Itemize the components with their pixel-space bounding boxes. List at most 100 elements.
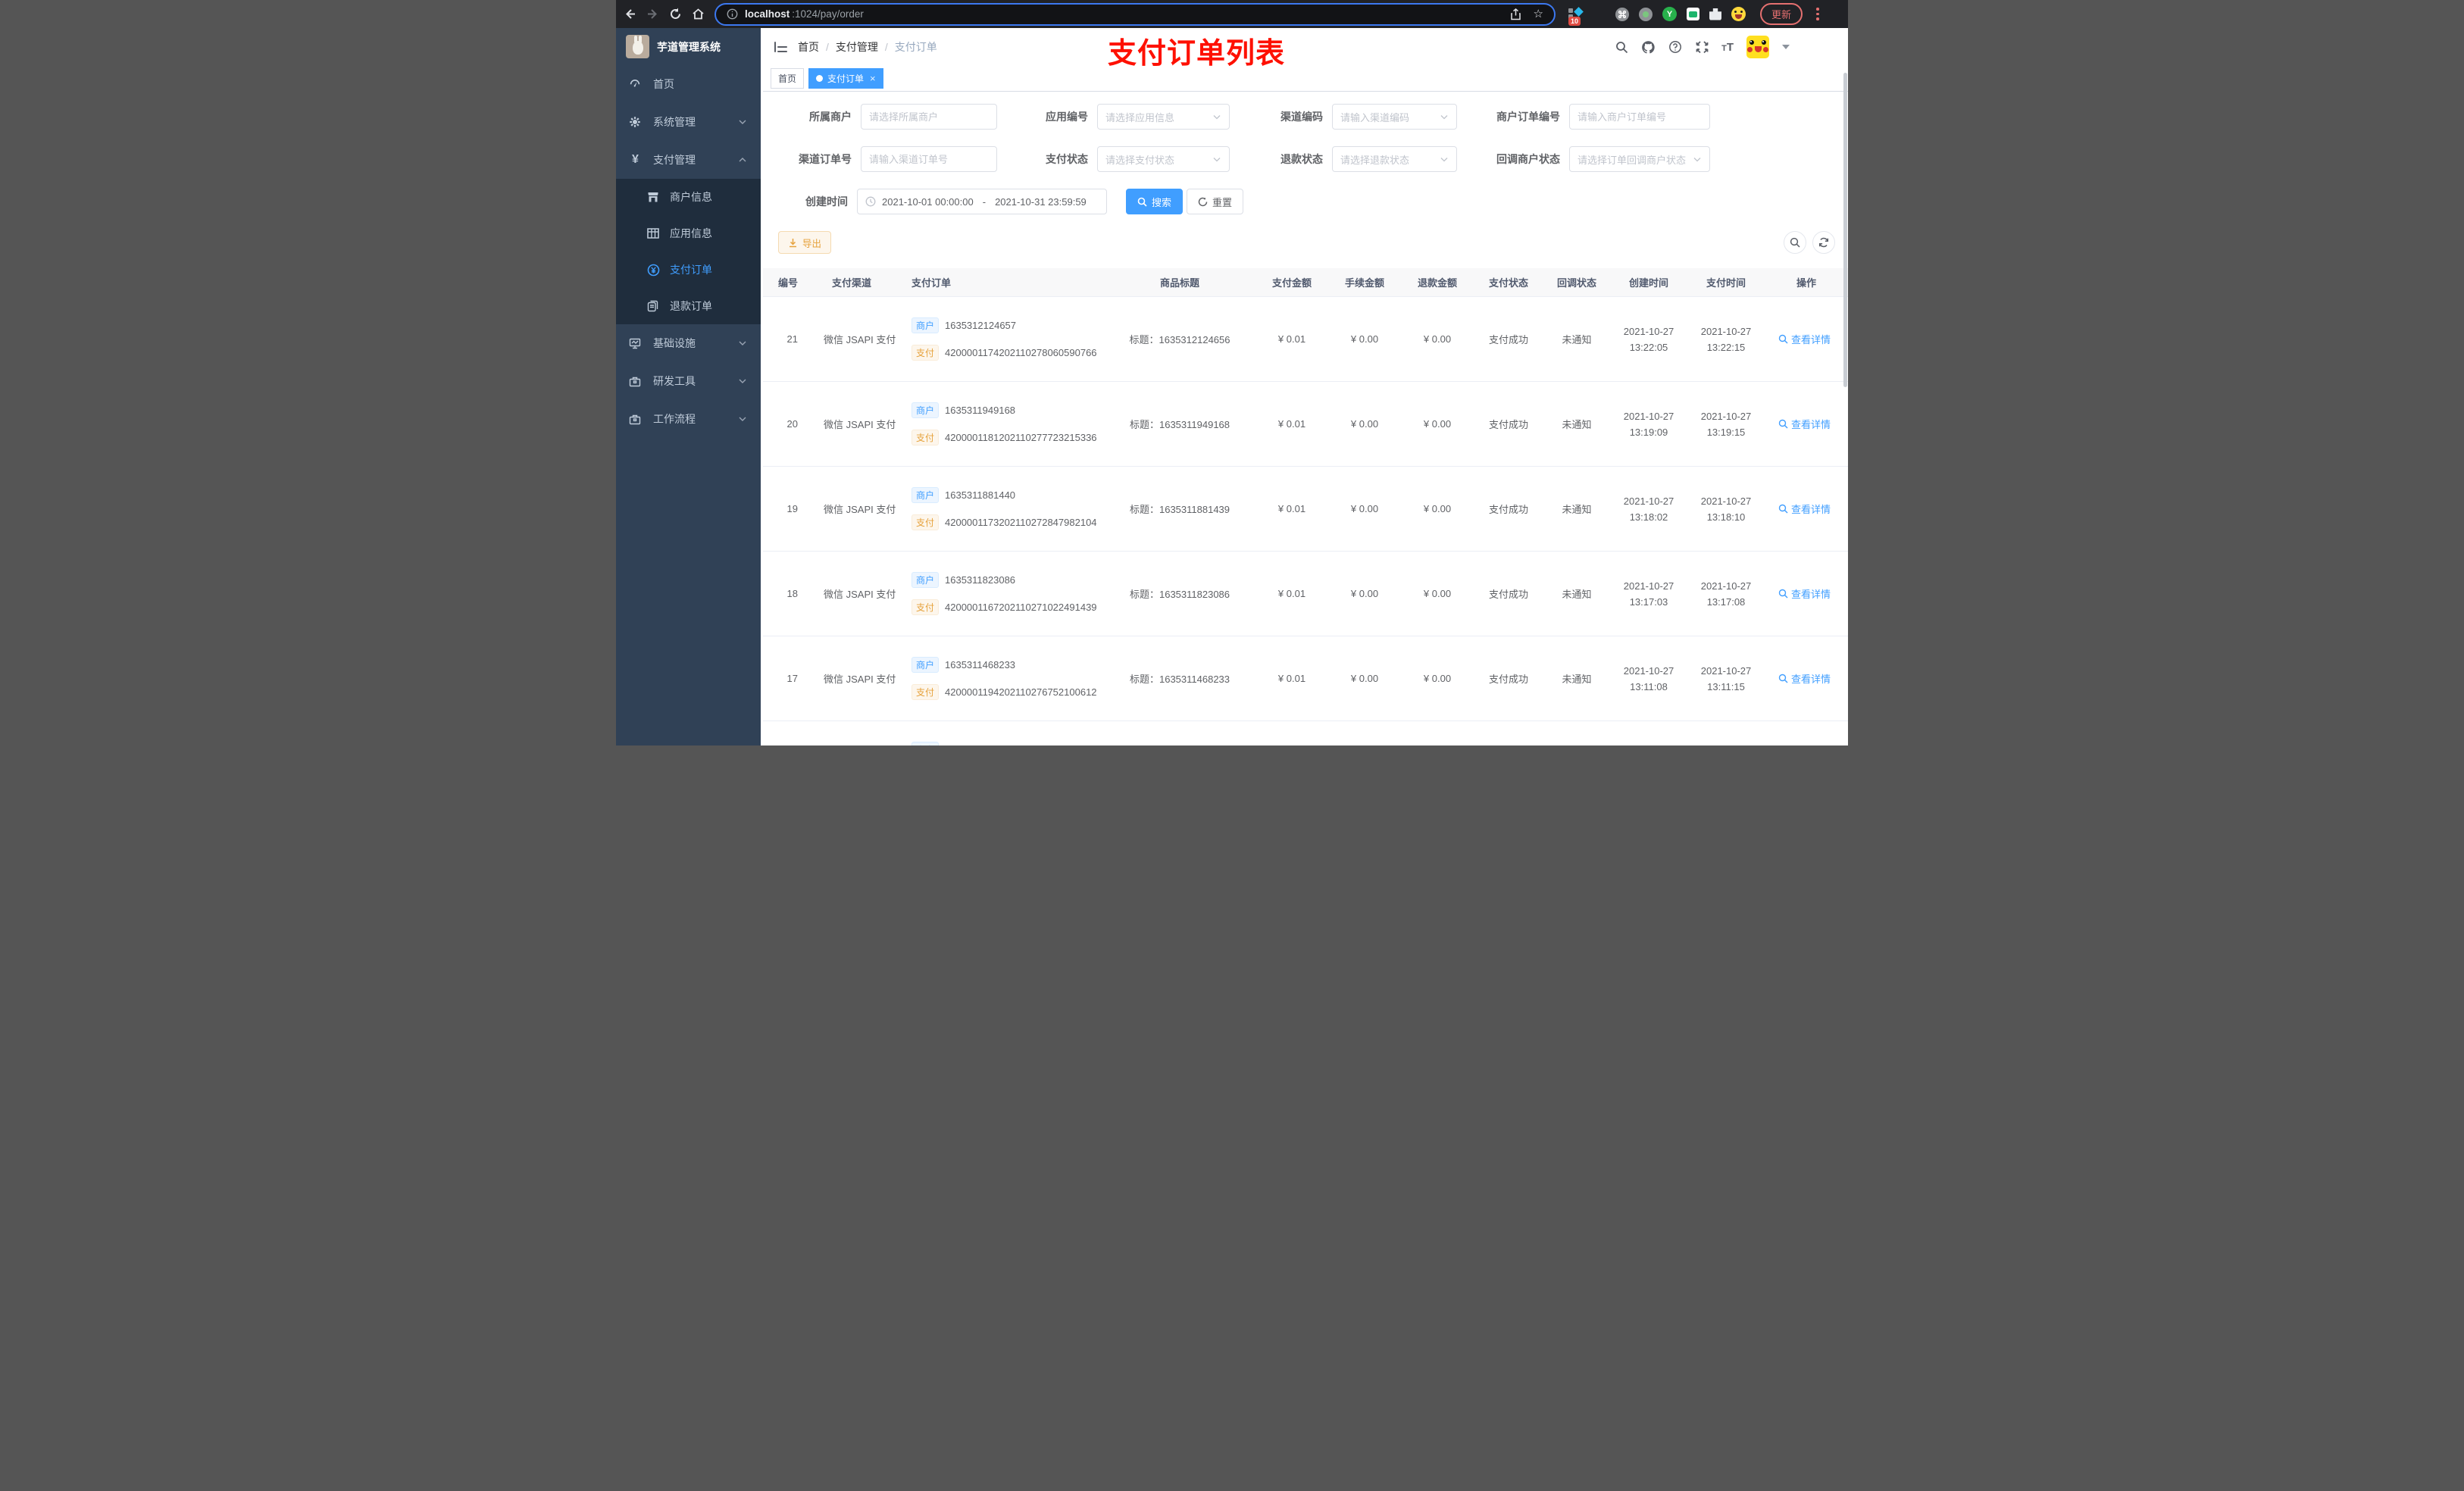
toggle-search-button[interactable] <box>1784 231 1806 254</box>
sidebar-item-pay-order[interactable]: 支付订单 <box>616 252 761 288</box>
extension-chat-icon[interactable] <box>1687 8 1699 20</box>
reset-button[interactable]: 重置 <box>1187 189 1244 214</box>
refresh-icon <box>1818 237 1829 248</box>
extensions-puzzle-icon[interactable] <box>1709 8 1721 20</box>
view-detail-link[interactable]: 查看详情 <box>1778 586 1831 601</box>
sidebar-item-refund-order[interactable]: 退款订单 <box>616 288 761 324</box>
channel-order-no-field[interactable] <box>869 153 989 165</box>
bookmark-star-icon[interactable]: ☆ <box>1534 8 1543 20</box>
refund-status-select[interactable]: 请选择退款状态 <box>1332 146 1457 172</box>
sidebar-toggle-icon[interactable] <box>774 41 787 53</box>
sidebar-item-label: 应用信息 <box>670 227 712 239</box>
order-id: 20 <box>786 418 798 430</box>
extension-balloon-icon[interactable] <box>1592 8 1606 21</box>
app-id-select[interactable]: 请选择应用信息 <box>1097 104 1230 130</box>
sidebar-item-merchant-info[interactable]: 商户信息 <box>616 179 761 215</box>
font-size-icon[interactable]: TT <box>1721 41 1734 54</box>
merchant-order-no-input[interactable] <box>1569 104 1710 130</box>
breadcrumb-current: 支付订单 <box>894 41 937 53</box>
extension-record-icon[interactable] <box>1639 7 1653 21</box>
extension-diamond-icon[interactable]: 10 <box>1568 6 1584 26</box>
pay-channel <box>802 721 901 746</box>
sidebar-item-system[interactable]: 系统管理 <box>616 103 761 141</box>
date-range-picker[interactable]: 2021-10-01 00:00:00 - 2021-10-31 23:59:5… <box>857 189 1107 214</box>
sidebar: 芋道管理系统 首页 系统管理 ¥ 支付管理 商户信息 应用信息 支付订单 退款订… <box>616 28 761 746</box>
tab-close-icon[interactable]: × <box>870 73 876 84</box>
sidebar-item-devtools[interactable]: 研发工具 <box>616 362 761 400</box>
view-detail-link[interactable]: 查看详情 <box>1778 332 1831 346</box>
table-icon <box>647 228 660 239</box>
refresh-table-button[interactable] <box>1812 231 1835 254</box>
pay-amount: ¥ 0.01 <box>1277 588 1306 599</box>
view-detail-link[interactable]: 查看详情 <box>1778 502 1831 516</box>
order-id: 18 <box>786 588 798 599</box>
breadcrumb-payment[interactable]: 支付管理 <box>836 39 878 55</box>
back-icon[interactable] <box>624 8 636 20</box>
filter-pay-status: 支付状态 请选择支付状态 <box>1000 146 1230 172</box>
pay-status: 支付成功 <box>1488 504 1528 515</box>
paid-time: 2021-10-27 13:22:15 <box>1700 325 1752 353</box>
view-detail-link[interactable]: 查看详情 <box>1778 671 1831 686</box>
fee-amount: ¥ 0.00 <box>1350 503 1379 514</box>
sidebar-item-workflow[interactable]: 工作流程 <box>616 400 761 438</box>
browser-update-button[interactable]: 更新 <box>1760 3 1803 25</box>
browser-menu-icon[interactable] <box>1816 8 1819 20</box>
app-logo[interactable]: 芋道管理系统 <box>616 28 761 65</box>
search-button[interactable]: 搜索 <box>1126 189 1184 214</box>
search-icon[interactable] <box>1615 41 1628 54</box>
merchant-input[interactable] <box>861 104 997 130</box>
sidebar-item-label: 基础设施 <box>653 337 696 349</box>
select-placeholder: 请选择退款状态 <box>1340 154 1410 166</box>
view-detail-link[interactable]: 查看详情 <box>1778 417 1831 431</box>
sidebar-item-app-info[interactable]: 应用信息 <box>616 215 761 252</box>
product-title: 标题：1635311468233 <box>1129 674 1230 685</box>
extension-icons: 10 Y <box>1568 6 1746 26</box>
home-icon[interactable] <box>692 8 705 20</box>
forward-icon[interactable] <box>646 8 659 20</box>
chevron-down-icon <box>1440 112 1449 121</box>
sidebar-item-payment[interactable]: ¥ 支付管理 <box>616 141 761 179</box>
extension-y-icon[interactable]: Y <box>1662 7 1677 21</box>
order-id <box>768 721 802 746</box>
pay-status-select[interactable]: 请选择支付状态 <box>1097 146 1230 172</box>
url-bar[interactable]: localhost :1024/pay/order ☆ <box>714 2 1556 26</box>
export-button[interactable]: 导出 <box>778 231 832 254</box>
pay-tag: 支付 <box>911 345 940 361</box>
breadcrumb-home[interactable]: 首页 <box>798 39 819 55</box>
reset-button-label: 重置 <box>1212 196 1233 208</box>
notify-status-select[interactable]: 请选择订单回调商户状态 <box>1569 146 1710 172</box>
pay-order-no: 4200001167202110271022491439 <box>945 602 1097 613</box>
yen-icon: ¥ <box>632 153 639 166</box>
sidebar-item-home[interactable]: 首页 <box>616 65 761 103</box>
user-avatar[interactable] <box>1746 36 1769 58</box>
order-numbers: 商户 1635312124657 支付 4200001174202110278060… <box>901 297 1104 381</box>
pay-channel: 微信 JSAPI 支付 <box>824 674 896 685</box>
table-row: 19 微信 JSAPI 支付 商户 1635311881440 支付 4200001… <box>763 467 1848 552</box>
search-icon <box>1790 237 1800 248</box>
merchant-input-field[interactable] <box>869 111 989 123</box>
site-info-icon[interactable] <box>727 8 738 20</box>
github-icon[interactable] <box>1641 40 1656 55</box>
channel-code-select[interactable]: 请输入渠道编码 <box>1332 104 1457 130</box>
help-icon[interactable] <box>1668 40 1682 54</box>
sidebar-item-label: 退款订单 <box>670 300 712 312</box>
column-header-created: 创建时间 <box>1628 277 1668 289</box>
reload-icon[interactable] <box>669 8 682 20</box>
tab-pay-order[interactable]: 支付订单 × <box>808 68 883 89</box>
share-icon[interactable] <box>1510 8 1521 20</box>
sidebar-item-infra[interactable]: 基础设施 <box>616 324 761 362</box>
sidebar-item-label: 工作流程 <box>653 413 696 425</box>
fullscreen-icon[interactable] <box>1695 40 1709 54</box>
window-scrollbar-thumb[interactable] <box>1843 73 1847 387</box>
search-icon <box>1137 197 1147 207</box>
product-title <box>1104 721 1255 746</box>
tab-home[interactable]: 首页 <box>771 68 805 89</box>
extension-command-icon[interactable] <box>1615 7 1629 21</box>
channel-order-no-input[interactable] <box>861 146 997 172</box>
pay-amount: ¥ 0.01 <box>1277 418 1306 430</box>
pay-tag: 支付 <box>911 514 940 530</box>
profile-emoji-avatar[interactable] <box>1731 7 1746 21</box>
merchant-order-no-field[interactable] <box>1578 111 1702 123</box>
user-menu-caret-icon[interactable] <box>1782 45 1790 49</box>
sidebar-item-label: 研发工具 <box>653 375 696 387</box>
